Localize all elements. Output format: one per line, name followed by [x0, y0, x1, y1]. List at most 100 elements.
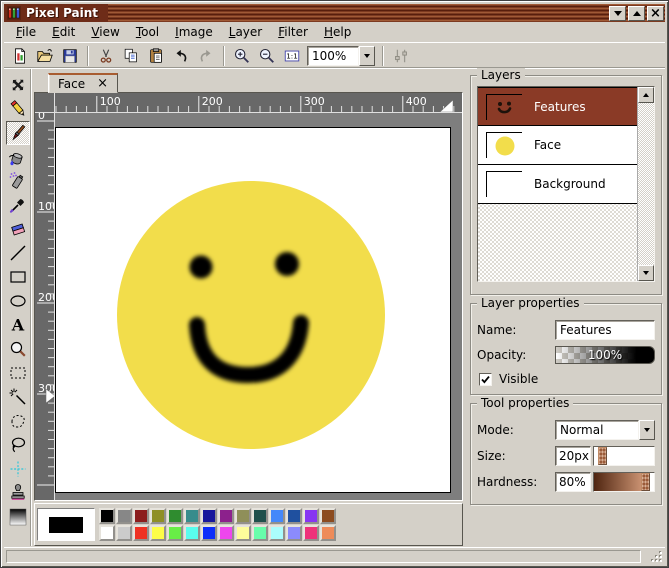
- tool-rectangle[interactable]: [6, 265, 30, 289]
- color-swatch-8f8f25[interactable]: [150, 508, 166, 524]
- scroll-up-button[interactable]: [638, 87, 654, 103]
- color-swatch-68ee46[interactable]: [167, 525, 183, 541]
- color-swatch-8b8bfd[interactable]: [286, 525, 302, 541]
- tool-ellipse[interactable]: [6, 289, 30, 313]
- tool-magic-wand[interactable]: [6, 385, 30, 409]
- tool-free-select[interactable]: [6, 409, 30, 433]
- size-slider[interactable]: [593, 446, 655, 466]
- redo-button[interactable]: [194, 45, 218, 67]
- color-swatch-17179c[interactable]: [201, 508, 217, 524]
- opacity-slider[interactable]: 100%: [555, 346, 655, 364]
- tool-select-rectangle[interactable]: [6, 361, 30, 385]
- resize-grip[interactable]: [649, 549, 663, 563]
- tool-move[interactable]: [6, 73, 30, 97]
- menu-help[interactable]: Help: [316, 23, 359, 41]
- hardness-slider[interactable]: [593, 472, 655, 492]
- hardness-input[interactable]: 80%: [555, 472, 591, 492]
- copy-button[interactable]: [119, 45, 143, 67]
- color-swatch-abfdfd[interactable]: [269, 525, 285, 541]
- tool-eraser[interactable]: [6, 217, 30, 241]
- tool-fill[interactable]: [6, 145, 30, 169]
- color-swatch-ee3223[interactable]: [133, 525, 149, 541]
- color-swatch-4588fa[interactable]: [269, 508, 285, 524]
- zoom-out-button[interactable]: [255, 45, 279, 67]
- undo-button[interactable]: [169, 45, 193, 67]
- zoom-level-value[interactable]: 100%: [307, 46, 359, 66]
- mode-dropdown-button[interactable]: [639, 420, 655, 440]
- color-swatch-8c218c[interactable]: [218, 508, 234, 524]
- tool-gradient[interactable]: [6, 505, 30, 529]
- title-bar[interactable]: Pixel Paint ×: [4, 4, 665, 22]
- paste-button[interactable]: [144, 45, 168, 67]
- color-swatch-878787[interactable]: [116, 508, 132, 524]
- color-swatch-ee46ee[interactable]: [218, 525, 234, 541]
- cut-button[interactable]: [94, 45, 118, 67]
- tool-position[interactable]: [6, 457, 30, 481]
- current-color-well[interactable]: [37, 508, 95, 541]
- color-swatch-1f504b[interactable]: [252, 508, 268, 524]
- color-swatch-fdfd47[interactable]: [150, 525, 166, 541]
- minimize-icon: [614, 11, 622, 20]
- zoom-in-button[interactable]: [230, 45, 254, 67]
- tool-lasso[interactable]: [6, 433, 30, 457]
- close-button[interactable]: ×: [647, 6, 664, 21]
- menu-view[interactable]: View: [83, 23, 127, 41]
- color-swatch-8c1d1d[interactable]: [133, 508, 149, 524]
- menu-tool[interactable]: Tool: [128, 23, 167, 41]
- zoom-level-combo[interactable]: 100%: [307, 46, 375, 66]
- hardness-slider-thumb[interactable]: [641, 473, 650, 491]
- zoom-level-dropdown-button[interactable]: [359, 46, 375, 66]
- color-swatch-1f509f[interactable]: [286, 508, 302, 524]
- tool-airbrush[interactable]: [6, 169, 30, 193]
- tool-zoom[interactable]: [6, 337, 30, 361]
- tool-pencil[interactable]: [6, 97, 30, 121]
- size-input[interactable]: 20px: [555, 446, 591, 466]
- color-swatch-0d2dfa[interactable]: [201, 525, 217, 541]
- menu-edit[interactable]: Edit: [44, 23, 83, 41]
- layer-row-features[interactable]: Features: [478, 87, 637, 126]
- scroll-down-button[interactable]: [638, 265, 654, 281]
- color-swatch-ee8b59[interactable]: [320, 525, 336, 541]
- tool-text[interactable]: A: [6, 313, 30, 337]
- color-swatch-68fdab[interactable]: [252, 525, 268, 541]
- adjust-button[interactable]: [389, 45, 413, 67]
- color-swatch-000000[interactable]: [99, 508, 115, 524]
- new-button[interactable]: [8, 45, 32, 67]
- tool-line[interactable]: [6, 241, 30, 265]
- chevron-down-icon: [364, 54, 370, 61]
- menu-layer[interactable]: Layer: [221, 23, 270, 41]
- layer-row-face[interactable]: Face: [478, 126, 637, 165]
- color-swatch-fdfd9b[interactable]: [235, 525, 251, 541]
- mode-select[interactable]: Normal: [555, 420, 655, 440]
- tab-close-icon[interactable]: ×: [97, 78, 108, 89]
- color-swatch-cbcbcb[interactable]: [116, 525, 132, 541]
- color-swatch-ffffff[interactable]: [99, 525, 115, 541]
- tab-face[interactable]: Face ×: [48, 73, 118, 93]
- layer-row-background[interactable]: Background: [478, 165, 637, 204]
- menu-file[interactable]: File: [8, 23, 44, 41]
- color-swatch-378c8c[interactable]: [184, 508, 200, 524]
- color-swatch-8c4b1f[interactable]: [320, 508, 336, 524]
- menu-image[interactable]: Image: [167, 23, 221, 41]
- color-swatch-2f8c2f[interactable]: [167, 508, 183, 524]
- tool-eyedropper[interactable]: [6, 193, 30, 217]
- close-icon: ×: [650, 7, 661, 20]
- menu-filter[interactable]: Filter: [270, 23, 316, 41]
- opacity-value: 100%: [588, 348, 622, 362]
- color-swatch-ee327a[interactable]: [303, 525, 319, 541]
- minimize-button[interactable]: [609, 6, 626, 21]
- size-slider-thumb[interactable]: [598, 447, 607, 465]
- layer-scrollbar[interactable]: [638, 87, 654, 281]
- tool-clone-stamp[interactable]: [6, 481, 30, 505]
- color-swatch-8f8f59[interactable]: [235, 508, 251, 524]
- layer-name-input[interactable]: Features: [555, 320, 655, 340]
- canvas-page[interactable]: [55, 127, 451, 493]
- maximize-button[interactable]: [628, 6, 645, 21]
- color-swatch-59fdee[interactable]: [184, 525, 200, 541]
- tool-brush[interactable]: [6, 121, 30, 145]
- color-swatch-8735f2[interactable]: [303, 508, 319, 524]
- visible-checkbox[interactable]: [479, 373, 492, 386]
- actual-size-button[interactable]: 1:1: [280, 45, 304, 67]
- open-button[interactable]: [33, 45, 57, 67]
- save-button[interactable]: [58, 45, 82, 67]
